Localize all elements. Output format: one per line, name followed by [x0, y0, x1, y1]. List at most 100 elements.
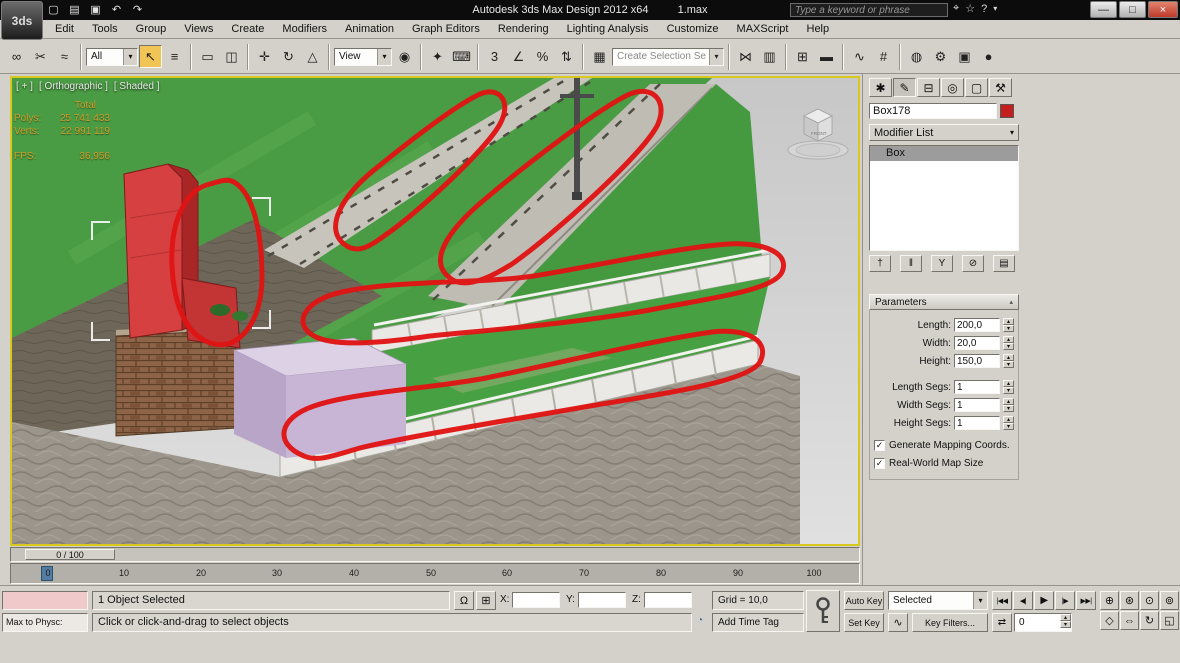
schematic-view-button[interactable]: #	[872, 45, 895, 68]
unlink-selection-button[interactable]: ✂	[29, 45, 52, 68]
named-selection-dropdown[interactable]: Create Selection Se ▾	[612, 47, 724, 66]
field-of-view-button[interactable]: ◇	[1100, 611, 1119, 630]
time-slider-track[interactable]: 0 / 100	[10, 547, 860, 562]
minimize-button[interactable]: —	[1090, 1, 1117, 18]
edit-named-selections-button[interactable]: ▦	[588, 45, 611, 68]
rendered-frame-button[interactable]: ▣	[953, 45, 976, 68]
x-coordinate-field[interactable]	[512, 592, 560, 608]
menu-customize[interactable]: Customize	[658, 21, 728, 37]
tab-modify[interactable]: ✎	[893, 78, 916, 97]
menu-group[interactable]: Group	[127, 21, 176, 37]
align-button[interactable]: ▥	[758, 45, 781, 68]
angle-snap-button[interactable]: ∠	[507, 45, 530, 68]
tab-utilities[interactable]: ⚒	[989, 78, 1012, 97]
width-segs-spinner[interactable]: ▴ ▾	[1003, 398, 1014, 412]
material-editor-button[interactable]: ◍	[905, 45, 928, 68]
spinner-up-icon[interactable]: ▴	[1003, 318, 1014, 325]
select-and-scale-button[interactable]: △	[301, 45, 324, 68]
spinner-up-icon[interactable]: ▴	[1060, 614, 1071, 621]
modifier-list-dropdown[interactable]: Modifier List ▾	[869, 124, 1019, 141]
menu-lighting-analysis[interactable]: Lighting Analysis	[558, 21, 658, 37]
key-mode-dropdown[interactable]: Selected ▾	[888, 591, 988, 610]
absolute-offset-toggle[interactable]: ⊞	[476, 591, 496, 610]
default-in-out-tangents-button[interactable]: ∿	[888, 613, 908, 632]
favorites-star-icon[interactable]: ☆	[965, 2, 975, 15]
length-segs-field[interactable]: 1	[954, 380, 1000, 394]
time-slider-handle[interactable]: 0 / 100	[25, 549, 115, 560]
reference-coordinate-dropdown[interactable]: View ▾	[334, 47, 392, 66]
go-to-start-button[interactable]: |◀◀	[992, 591, 1012, 610]
menu-help[interactable]: Help	[798, 21, 839, 37]
modifier-stack[interactable]: Box	[869, 145, 1019, 251]
go-to-end-button[interactable]: ▶▶|	[1076, 591, 1096, 610]
viewport-menu-pov[interactable]: [ Orthographic ]	[39, 81, 108, 92]
pan-view-button[interactable]: ⇔	[1120, 611, 1139, 630]
spinner-up-icon[interactable]: ▴	[1003, 416, 1014, 423]
zoom-all-button[interactable]: ⊛	[1120, 591, 1139, 610]
set-key-button[interactable]: Set Key	[844, 613, 884, 632]
mirror-button[interactable]: ⋈	[734, 45, 757, 68]
tab-hierarchy[interactable]: ⊟	[917, 78, 940, 97]
configure-modifier-sets-button[interactable]: ▤	[993, 255, 1015, 272]
next-frame-button[interactable]: |▶	[1055, 591, 1075, 610]
spinner-up-icon[interactable]: ▴	[1003, 354, 1014, 361]
viewport-menu-plus[interactable]: [ + ]	[16, 81, 33, 92]
maximize-button[interactable]: □	[1119, 1, 1146, 18]
viewport-menu-shading[interactable]: [ Shaded ]	[114, 81, 160, 92]
ribbon-toggle-button[interactable]: ▬	[815, 45, 838, 68]
parameters-rollout-header[interactable]: Parameters ▴	[869, 294, 1019, 310]
length-spinner[interactable]: ▴ ▾	[1003, 318, 1014, 332]
spinner-up-icon[interactable]: ▴	[1003, 336, 1014, 343]
width-field[interactable]: 20,0	[954, 336, 1000, 350]
help-dropdown-icon[interactable]: ▾	[993, 4, 997, 13]
curve-editor-button[interactable]: ∿	[848, 45, 871, 68]
use-pivot-point-button[interactable]: ◉	[393, 45, 416, 68]
menu-edit[interactable]: Edit	[46, 21, 83, 37]
layer-manager-button[interactable]: ⊞	[791, 45, 814, 68]
spinner-down-icon[interactable]: ▾	[1003, 423, 1014, 430]
height-segs-field[interactable]: 1	[954, 416, 1000, 430]
maxscript-macro-recorder[interactable]	[2, 591, 88, 610]
select-and-move-button[interactable]: ✛	[253, 45, 276, 68]
menu-views[interactable]: Views	[175, 21, 222, 37]
generate-mapping-coords-checkbox[interactable]: ✓	[874, 440, 885, 451]
make-unique-button[interactable]: Y	[931, 255, 953, 272]
zoom-extents-button[interactable]: ⊙	[1140, 591, 1159, 610]
remove-modifier-button[interactable]: ⊘	[962, 255, 984, 272]
select-and-link-button[interactable]: ∞	[5, 45, 28, 68]
selection-filter-dropdown[interactable]: All ▾	[86, 47, 138, 66]
select-and-rotate-button[interactable]: ↻	[277, 45, 300, 68]
spinner-down-icon[interactable]: ▾	[1003, 405, 1014, 412]
search-icon[interactable]: ⌖	[953, 2, 959, 15]
tab-motion[interactable]: ◎	[941, 78, 964, 97]
length-segs-spinner[interactable]: ▴ ▾	[1003, 380, 1014, 394]
orbit-button[interactable]: ↻	[1140, 611, 1159, 630]
viewport[interactable]: FRONT	[10, 74, 860, 546]
selection-lock-toggle[interactable]: Ω	[454, 591, 474, 610]
menu-rendering[interactable]: Rendering	[489, 21, 558, 37]
zoom-button[interactable]: ⊕	[1100, 591, 1119, 610]
spinner-down-icon[interactable]: ▾	[1003, 343, 1014, 350]
window-crossing-button[interactable]: ◫	[220, 45, 243, 68]
object-color-swatch[interactable]	[1000, 104, 1014, 118]
select-object-button[interactable]: ↖	[139, 45, 162, 68]
spinner-down-icon[interactable]: ▾	[1003, 361, 1014, 368]
viewport-canvas[interactable]: FRONT	[12, 74, 858, 544]
spinner-up-icon[interactable]: ▴	[1003, 380, 1014, 387]
spinner-down-icon[interactable]: ▾	[1003, 325, 1014, 332]
add-time-tag-field[interactable]: Add Time Tag	[712, 613, 804, 632]
auto-key-button[interactable]: Auto Key	[844, 591, 884, 610]
z-coordinate-field[interactable]	[644, 592, 692, 608]
select-by-name-button[interactable]: ≡	[163, 45, 186, 68]
menu-animation[interactable]: Animation	[336, 21, 403, 37]
track-bar[interactable]: 0 10 20 30 40 50 60 70 80 90 100	[10, 563, 860, 584]
spinner-down-icon[interactable]: ▾	[1060, 621, 1071, 628]
snap-toggle-button[interactable]: 3	[483, 45, 506, 68]
length-field[interactable]: 200,0	[954, 318, 1000, 332]
menu-modifiers[interactable]: Modifiers	[273, 21, 336, 37]
maximize-viewport-toggle[interactable]: ◱	[1160, 611, 1179, 630]
selection-region-button[interactable]: ▭	[196, 45, 219, 68]
width-spinner[interactable]: ▴ ▾	[1003, 336, 1014, 350]
current-frame-field[interactable]: 0 ▴ ▾	[1014, 613, 1072, 632]
infocenter-search-input[interactable]: Type a keyword or phrase	[790, 3, 948, 17]
